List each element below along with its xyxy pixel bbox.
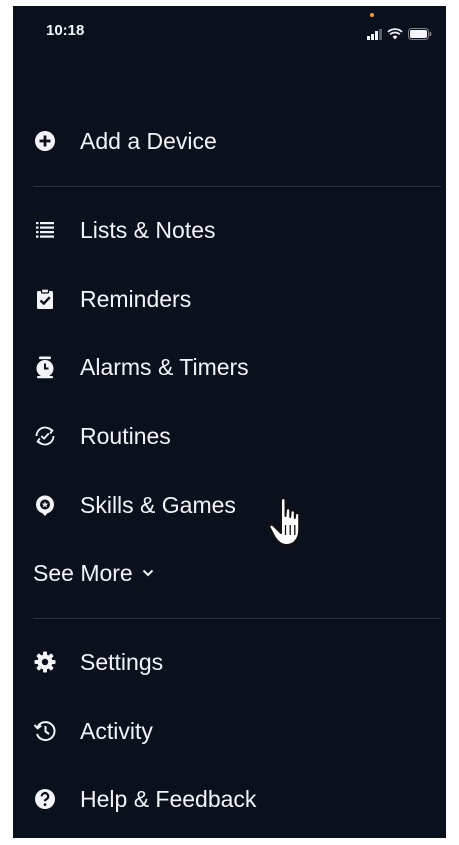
chevron-down-icon <box>142 569 154 577</box>
mic-indicator-dot <box>370 13 374 17</box>
menu-item-reminders[interactable]: Reminders <box>13 274 446 324</box>
menu-item-label: Reminders <box>80 286 192 312</box>
battery-icon <box>408 28 432 40</box>
menu-item-label: Settings <box>80 649 164 675</box>
menu-item-add-device[interactable]: Add a Device <box>13 116 446 166</box>
menu-divider <box>33 618 441 619</box>
status-time: 10:18 <box>46 22 85 39</box>
menu-item-label: Lists & Notes <box>80 217 216 243</box>
menu-item-label: Routines <box>80 423 171 449</box>
skills-bubble-icon <box>33 493 57 517</box>
signal-icon <box>367 29 382 40</box>
status-icons <box>367 26 432 40</box>
menu-item-routines[interactable]: Routines <box>13 411 446 461</box>
menu-item-settings[interactable]: Settings <box>13 637 446 687</box>
gear-icon <box>33 650 57 674</box>
menu-item-label: Alarms & Timers <box>80 354 249 380</box>
wifi-icon <box>387 28 403 40</box>
menu-item-alarms-timers[interactable]: Alarms & Timers <box>13 342 446 392</box>
menu-item-label: Activity <box>80 718 153 744</box>
menu-item-label: Add a Device <box>80 128 217 154</box>
plus-circle-icon <box>33 129 57 153</box>
app-screen: 10:18 Add a Device Lists & Notes Reminde… <box>13 6 446 838</box>
routine-refresh-icon <box>33 424 57 448</box>
status-bar: 10:18 <box>13 6 446 58</box>
menu-item-skills-games[interactable]: Skills & Games <box>13 480 446 530</box>
clipboard-check-icon <box>33 287 57 311</box>
menu-item-label: Help & Feedback <box>80 786 257 812</box>
menu-item-label: Skills & Games <box>80 492 236 518</box>
hand-pointer-icon <box>267 494 311 550</box>
list-icon <box>33 218 57 242</box>
see-more-toggle[interactable]: See More <box>33 558 154 588</box>
history-icon <box>33 719 57 743</box>
alarm-clock-icon <box>33 355 57 379</box>
see-more-label: See More <box>33 560 133 586</box>
help-circle-icon <box>33 787 57 811</box>
menu-item-activity[interactable]: Activity <box>13 706 446 756</box>
menu-divider <box>33 186 441 187</box>
menu-item-lists-notes[interactable]: Lists & Notes <box>13 205 446 255</box>
menu-item-help-feedback[interactable]: Help & Feedback <box>13 774 446 824</box>
